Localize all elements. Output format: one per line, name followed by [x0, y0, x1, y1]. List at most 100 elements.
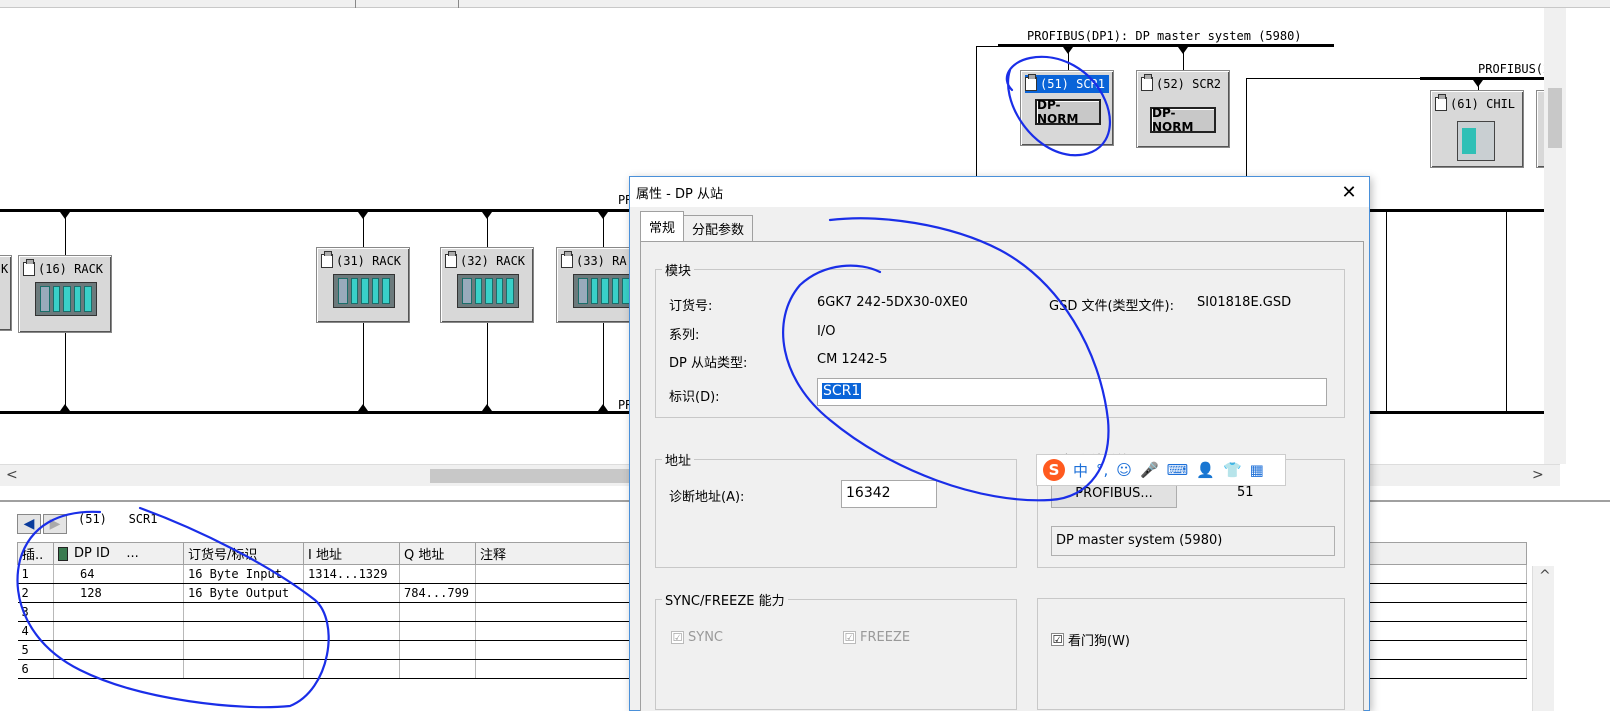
cell-i-address	[303, 659, 400, 679]
right-drop-wire	[1506, 211, 1507, 411]
family-label: 系列:	[669, 328, 700, 343]
col-q-address[interactable]: Q 地址	[399, 542, 476, 565]
sogou-logo-icon[interactable]: S	[1043, 459, 1065, 481]
station-icon	[321, 251, 333, 268]
cell-order: 16 Byte Output	[183, 583, 304, 603]
cell-q-address	[399, 564, 476, 584]
right-drop-wire	[1386, 211, 1387, 411]
dp-norm-box: DP-NORM	[1150, 106, 1216, 134]
col-order-number[interactable]: 订货号/标识	[183, 542, 304, 565]
rack-31[interactable]: (31) RACK	[316, 247, 410, 323]
designation-selected-text: SCR1	[822, 383, 862, 399]
rack-32-wire	[487, 322, 488, 412]
dialog-titlebar[interactable]: 属性 - DP 从站 ✕	[630, 177, 1369, 207]
station-label: (61) CHIL	[1450, 97, 1516, 111]
station-51-scr1[interactable]: (51) SCR1 DP-NORM	[1020, 70, 1114, 146]
bus-connector	[598, 404, 608, 411]
order-number-label: 订货号:	[669, 299, 713, 314]
main-bus-top[interactable]	[0, 209, 630, 212]
slave-icon	[1025, 74, 1037, 91]
close-icon[interactable]: ✕	[1337, 180, 1361, 204]
toolbox-grid-icon[interactable]: ▦	[1250, 461, 1264, 479]
cell-order	[183, 621, 304, 641]
station-header: (33) RA	[561, 251, 631, 270]
main-bus-bottom-right[interactable]	[1366, 411, 1546, 414]
freeze-checkbox[interactable]: ☑ FREEZE	[843, 630, 910, 645]
scroll-right-arrow-icon[interactable]: >	[1532, 467, 1544, 483]
cell-i-address	[303, 583, 400, 603]
detail-vertical-scrollbar[interactable]: ^	[1532, 566, 1554, 711]
dp1-bus-line[interactable]	[998, 44, 1334, 47]
chinese-mode-icon[interactable]: 中	[1073, 460, 1088, 481]
station-header: (52) SCR2	[1141, 74, 1225, 93]
diagnostic-address-input[interactable]: 16342	[841, 480, 937, 508]
sync-checkbox[interactable]: ☑ SYNC	[671, 630, 723, 645]
ime-toolbar[interactable]: S 中 °, ☺ 🎤 ⌨ 👤 👕 ▦	[1036, 454, 1286, 486]
rack-33[interactable]: (33) RA	[556, 247, 636, 323]
scroll-up-arrow-icon[interactable]: ^	[1539, 568, 1551, 584]
station-label: (51) SCR1	[1040, 77, 1106, 91]
rack-32[interactable]: (32) RACK	[440, 247, 534, 323]
microphone-icon[interactable]: 🎤	[1140, 461, 1159, 479]
gsd-file-value: SI01818E.GSD	[1197, 295, 1292, 310]
dp1-wire	[976, 46, 977, 176]
bus-connector	[1178, 47, 1188, 54]
rack-modules-icon	[457, 274, 519, 308]
strip-divider	[355, 0, 356, 8]
tab-general[interactable]: 常规	[640, 211, 685, 241]
watchdog-group	[1037, 598, 1345, 710]
rack-modules-icon	[35, 282, 97, 316]
emoji-icon[interactable]: ☺	[1116, 461, 1132, 479]
keyboard-icon[interactable]: ⌨	[1167, 461, 1189, 479]
back-arrow-icon[interactable]: ◀	[17, 514, 41, 534]
station-header: (32) RACK	[445, 251, 529, 270]
cell-q-address	[399, 659, 476, 679]
bus-connector	[598, 212, 608, 219]
col-dp-id[interactable]: DP ID ...	[53, 542, 184, 565]
station-label: (52) SCR2	[1156, 77, 1222, 91]
node-number-value: 51	[1237, 485, 1254, 500]
col-slot[interactable]: 插..	[17, 542, 54, 565]
scroll-thumb[interactable]	[430, 469, 630, 483]
top-strip	[0, 0, 1610, 8]
tab-parameter-assignment[interactable]: 分配参数	[683, 215, 754, 241]
cell-i-address	[303, 602, 400, 622]
station-label: (16) RACK	[38, 262, 104, 276]
cell-order: 16 Byte Input	[183, 564, 304, 584]
designation-input[interactable]: SCR1	[817, 378, 1327, 406]
rack-16-wire	[65, 332, 66, 412]
module-icon	[58, 546, 68, 561]
rack-partial-left[interactable]: K	[0, 255, 12, 331]
cell-dp-id	[53, 602, 184, 622]
user-icon[interactable]: 👤	[1196, 461, 1215, 479]
dp2-wire	[1246, 78, 1422, 79]
diagnostic-address-label: 诊断地址(A):	[669, 490, 745, 505]
col-i-address[interactable]: I 地址	[303, 542, 400, 565]
network-vertical-scrollbar[interactable]	[1544, 8, 1566, 464]
forward-arrow-icon[interactable]: ▶	[43, 514, 67, 534]
main-bus-bottom[interactable]	[0, 411, 630, 414]
station-52-scr2[interactable]: (52) SCR2 DP-NORM	[1136, 70, 1230, 148]
main-bus-top-right[interactable]	[1366, 209, 1546, 212]
station-icon	[445, 251, 457, 268]
checkmark-icon: ☑	[843, 631, 856, 644]
skin-shirt-icon[interactable]: 👕	[1223, 461, 1242, 479]
station-header: (31) RACK	[321, 251, 405, 270]
watchdog-checkbox[interactable]: ☑ 看门狗(W)	[1051, 630, 1130, 649]
slave-icon	[1141, 74, 1153, 91]
scroll-thumb[interactable]	[1548, 88, 1562, 148]
cell-order	[183, 659, 304, 679]
gsd-file-label: GSD 文件(类型文件):	[1049, 299, 1174, 314]
bus-connector	[60, 404, 70, 411]
station-61-chil[interactable]: (61) CHIL	[1430, 90, 1524, 168]
punctuation-icon[interactable]: °,	[1096, 461, 1108, 479]
rack-16[interactable]: (16) RACK	[18, 255, 112, 333]
station-icon	[23, 259, 35, 276]
cell-slot: 1	[17, 564, 54, 584]
station-label: (33) RA	[576, 254, 627, 268]
station-header: (61) CHIL	[1435, 94, 1519, 113]
designation-label: 标识(D):	[669, 390, 720, 405]
scroll-left-arrow-icon[interactable]: <	[6, 467, 18, 483]
cell-dp-id	[53, 621, 184, 641]
slave-type-label: DP 从站类型:	[669, 356, 748, 371]
